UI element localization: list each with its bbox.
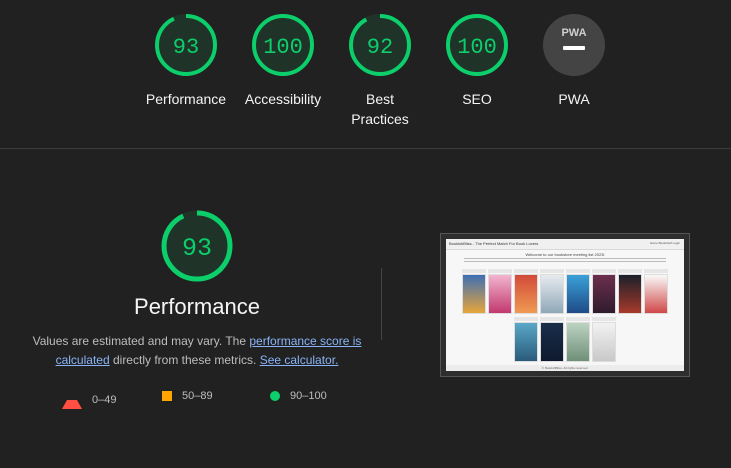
book-cover: [540, 322, 564, 362]
legend-fail-label: 0–49: [92, 393, 117, 406]
book-label: [514, 269, 538, 273]
screenshot-header: BookishBliss - The Perfect Match For Boo…: [446, 239, 684, 250]
book-cover: [514, 322, 538, 362]
performance-big-gauge: 93: [161, 210, 233, 282]
triangle-icon: [62, 390, 82, 409]
performance-title: Performance: [134, 294, 260, 319]
see-calculator-link[interactable]: See calculator.: [260, 353, 339, 367]
screenshot-nav: Home Bookshelf Login: [649, 241, 680, 245]
screenshot-footer: © BookishBliss. All rights reserved.: [446, 365, 684, 371]
book-cover: [592, 274, 616, 314]
book-cover: [514, 274, 538, 314]
book-label: [566, 317, 590, 321]
screenshot-heading: Welcome to our bookstore meeting list 20…: [525, 252, 605, 257]
pwa-badge-icon: PWA: [543, 14, 605, 76]
pwa-label: PWA: [558, 91, 590, 107]
final-screenshot[interactable]: BookishBliss - The Perfect Match For Boo…: [440, 233, 690, 377]
vertical-separator: [381, 268, 382, 340]
book-label: [540, 317, 564, 321]
book-label: [592, 269, 616, 273]
book-label: [514, 317, 538, 321]
best-practices-label: Best Practices: [351, 91, 409, 127]
gauge-performance[interactable]: 93 Performance: [138, 12, 234, 109]
book-cover: [488, 274, 512, 314]
gauge-pwa[interactable]: PWA PWA: [526, 12, 622, 109]
book-label: [566, 269, 590, 273]
book-label: [618, 269, 642, 273]
desc-prefix: Values are estimated and may vary. The: [32, 334, 250, 348]
book-label: [462, 269, 486, 273]
book-label: [592, 317, 616, 321]
pwa-badge-text: PWA: [561, 27, 586, 39]
legend-pass-label: 90–100: [290, 390, 327, 402]
performance-big-score: 93: [182, 234, 212, 263]
book-cover: [618, 274, 642, 314]
square-icon: [162, 391, 172, 401]
book-cover: [566, 322, 590, 362]
best-practices-score-value: 92: [367, 35, 393, 60]
accessibility-label: Accessibility: [244, 91, 322, 107]
performance-description: Values are estimated and may vary. The p…: [32, 332, 362, 370]
seo-score-gauge: 100: [446, 14, 508, 76]
performance-score-gauge: 93: [155, 14, 217, 76]
accessibility-score-gauge: 100: [252, 14, 314, 76]
performance-score-value: 93: [173, 35, 199, 60]
seo-label: SEO: [462, 91, 492, 107]
performance-label: Performance: [145, 91, 227, 107]
screenshot-page: BookishBliss - The Perfect Match For Boo…: [446, 239, 684, 371]
pwa-dash-icon: [563, 46, 585, 50]
legend-average-label: 50–89: [182, 390, 213, 402]
book-cover: [592, 322, 616, 362]
book-label: [488, 269, 512, 273]
screenshot-text-lines: [464, 258, 666, 266]
best-practices-score-gauge: 92: [349, 14, 411, 76]
legend-fail: 0–49: [62, 390, 116, 409]
circle-icon: [270, 391, 280, 401]
book-label: [644, 269, 668, 273]
gauge-accessibility[interactable]: 100 Accessibility: [235, 12, 331, 109]
book-cover: [566, 274, 590, 314]
performance-section: 93 Performance Values are estimated and …: [0, 149, 731, 468]
desc-middle: directly from these metrics.: [109, 353, 260, 367]
book-cover: [540, 274, 564, 314]
book-cover: [462, 274, 486, 314]
legend-average: 50–89: [162, 390, 213, 402]
gauge-seo[interactable]: 100 SEO: [429, 12, 525, 109]
screenshot-site-title: BookishBliss - The Perfect Match For Boo…: [449, 241, 539, 246]
accessibility-score-value: 100: [263, 35, 303, 60]
legend-pass: 90–100: [270, 390, 327, 402]
category-gauges: 93 Performance 100 Accessibility 92 Best…: [0, 0, 731, 148]
book-cover: [644, 274, 668, 314]
seo-score-value: 100: [457, 35, 497, 60]
book-label: [540, 269, 564, 273]
gauge-best-practices[interactable]: 92 Best Practices: [332, 12, 428, 129]
